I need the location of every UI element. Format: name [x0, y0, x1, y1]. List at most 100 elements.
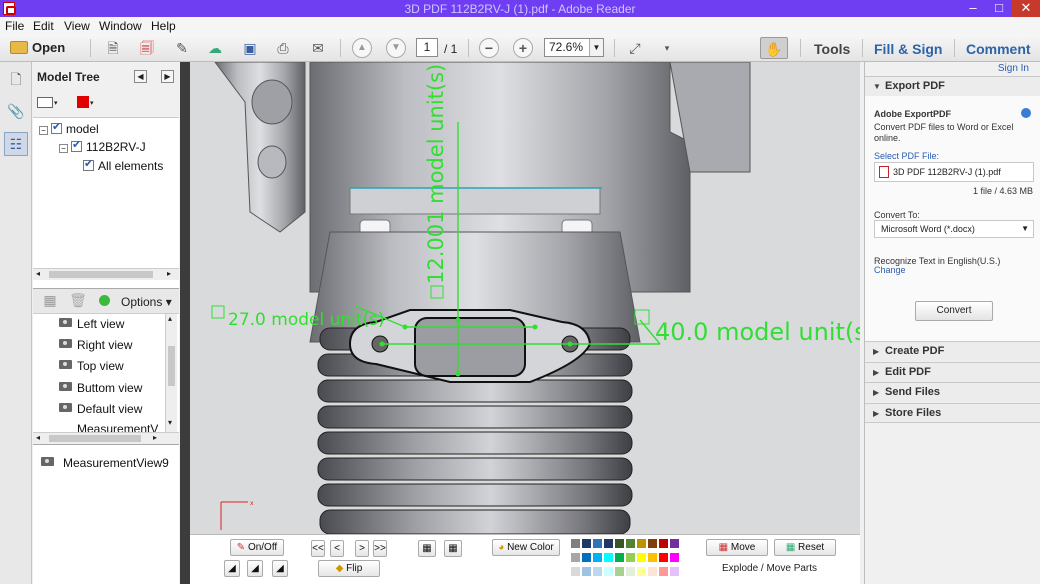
menu-edit[interactable]: Edit: [33, 19, 54, 33]
reset-button[interactable]: ▦ Reset: [774, 539, 836, 556]
change-link[interactable]: Change: [874, 265, 906, 275]
new-color-button[interactable]: ◕ New Color: [492, 539, 560, 556]
hand-tool-icon[interactable]: ✋: [760, 37, 788, 59]
export-info-icon[interactable]: [1021, 108, 1031, 118]
tab-fill-sign[interactable]: Fill & Sign: [874, 41, 942, 57]
scroll-left-icon[interactable]: ◂: [36, 433, 40, 442]
minimize-button[interactable]: –: [960, 0, 986, 17]
camera-load-icon[interactable]: ▦: [444, 540, 462, 557]
fit-page-icon[interactable]: ⤢: [624, 37, 646, 59]
list-item[interactable]: Left view: [59, 317, 124, 331]
color-swatch[interactable]: [648, 539, 657, 548]
scroll-right-icon[interactable]: ▸: [153, 433, 157, 442]
previous-page-icon[interactable]: ▲: [352, 38, 372, 58]
cloud-upload-icon[interactable]: ☁: [204, 37, 226, 59]
tree-node-model[interactable]: −model: [39, 120, 99, 136]
on-off-button[interactable]: ✎ On/Off: [230, 539, 284, 556]
list-item[interactable]: Top view: [59, 359, 124, 373]
zoom-select[interactable]: 72.6% ▼: [544, 38, 604, 57]
color-swatch[interactable]: [670, 567, 679, 576]
color-swatch[interactable]: [604, 553, 613, 562]
color-swatch[interactable]: [659, 567, 668, 576]
attachments-icon[interactable]: 📎: [4, 100, 28, 124]
scroll-right-icon[interactable]: ▸: [167, 269, 171, 278]
next-page-icon[interactable]: ▼: [386, 38, 406, 58]
section-y-icon[interactable]: ◢: [247, 560, 263, 577]
menu-view[interactable]: View: [64, 19, 90, 33]
tree-node-all-elements[interactable]: All elements: [83, 157, 163, 173]
nav-first-button[interactable]: <<: [311, 540, 325, 557]
convert-button[interactable]: Convert: [915, 301, 993, 321]
add-view-icon[interactable]: [99, 295, 110, 306]
export-pdf-header[interactable]: ▼ Export PDF: [865, 76, 1040, 96]
color-swatch[interactable]: [593, 553, 602, 562]
views-horizontal-scrollbar[interactable]: ◂ ▸: [33, 432, 179, 444]
color-swatch[interactable]: [615, 567, 624, 576]
combine-pdf-icon[interactable]: 🗐: [136, 37, 158, 59]
menu-window[interactable]: Window: [99, 19, 142, 33]
open-button[interactable]: Open: [10, 37, 70, 59]
chevron-down-icon[interactable]: ▾: [90, 99, 94, 107]
convert-to-select[interactable]: Microsoft Word (*.docx) ▼: [874, 220, 1034, 238]
page-thumbnails-icon[interactable]: 🗋: [4, 68, 28, 92]
delete-icon[interactable]: 🗑: [67, 289, 89, 311]
color-swatch[interactable]: [615, 553, 624, 562]
color-swatch[interactable]: [626, 567, 635, 576]
maximize-button[interactable]: □: [986, 0, 1012, 17]
nav-prev-button[interactable]: <: [330, 540, 344, 557]
tree-node-112b2rv-j[interactable]: −112B2RV-J: [59, 138, 146, 154]
color-swatch[interactable]: [659, 553, 668, 562]
zoom-in-icon[interactable]: +: [513, 38, 533, 58]
color-swatch[interactable]: [593, 539, 602, 548]
scrollbar-thumb[interactable]: [168, 346, 175, 386]
edit-pdf-header[interactable]: ▶ Edit PDF: [865, 362, 1040, 382]
move-button[interactable]: ▦ Move: [706, 539, 768, 556]
tab-tools[interactable]: Tools: [814, 41, 850, 57]
send-files-header[interactable]: ▶ Send Files: [865, 382, 1040, 402]
list-item[interactable]: Default view: [59, 402, 142, 416]
create-pdf-header[interactable]: ▶ Create PDF: [865, 341, 1040, 361]
views-vertical-scrollbar[interactable]: ▴ ▾: [165, 314, 177, 432]
save-icon[interactable]: ▣: [239, 37, 261, 59]
color-swatch[interactable]: [648, 553, 657, 562]
collapse-panel-icon[interactable]: ◀: [134, 70, 147, 83]
scrollbar-thumb[interactable]: [49, 271, 153, 278]
color-swatch[interactable]: [571, 553, 580, 562]
section-x-icon[interactable]: ◢: [224, 560, 240, 577]
color-swatch[interactable]: [593, 567, 602, 576]
model-tree-icon[interactable]: ☷: [4, 132, 28, 156]
3d-viewport[interactable]: x 12.001 model unit(s) 27.0 model unit(s…: [190, 62, 860, 534]
color-swatch[interactable]: [670, 553, 679, 562]
tree-horizontal-scrollbar[interactable]: ◂ ▸: [33, 268, 179, 280]
color-swatch[interactable]: [582, 539, 591, 548]
scroll-up-icon[interactable]: ▴: [168, 314, 172, 323]
print-icon[interactable]: ⎙: [272, 37, 294, 59]
measurement-view-item[interactable]: MeasurementView9: [41, 456, 169, 470]
edit-pen-icon[interactable]: ✎: [171, 37, 193, 59]
nav-next-button[interactable]: >: [355, 540, 369, 557]
email-icon[interactable]: ✉: [307, 37, 329, 59]
list-item[interactable]: Buttom view: [59, 381, 142, 395]
zoom-out-icon[interactable]: −: [479, 38, 499, 58]
create-pdf-icon[interactable]: 🗎: [102, 37, 124, 59]
camera-save-icon[interactable]: ▦: [418, 540, 436, 557]
color-swatch[interactable]: [637, 539, 646, 548]
page-number-input[interactable]: 1: [416, 38, 438, 57]
toolbar-overflow-icon[interactable]: ▾: [656, 37, 678, 59]
color-swatch[interactable]: [571, 567, 580, 576]
chevron-down-icon[interactable]: ▾: [54, 99, 58, 107]
expand-panel-icon[interactable]: ▶: [161, 70, 174, 83]
color-swatch[interactable]: [615, 539, 624, 548]
select-pdf-label[interactable]: Select PDF File:: [874, 151, 939, 161]
scroll-left-icon[interactable]: ◂: [36, 269, 40, 278]
color-picker-icon[interactable]: [77, 96, 89, 108]
menu-help[interactable]: Help: [151, 19, 176, 33]
color-swatch[interactable]: [670, 539, 679, 548]
color-swatch[interactable]: [626, 553, 635, 562]
list-options-icon[interactable]: [37, 97, 53, 108]
sign-in-link[interactable]: Sign In: [865, 62, 1040, 76]
color-swatch[interactable]: [604, 539, 613, 548]
color-swatch[interactable]: [648, 567, 657, 576]
list-item[interactable]: Right view: [59, 338, 132, 352]
color-swatch[interactable]: [604, 567, 613, 576]
